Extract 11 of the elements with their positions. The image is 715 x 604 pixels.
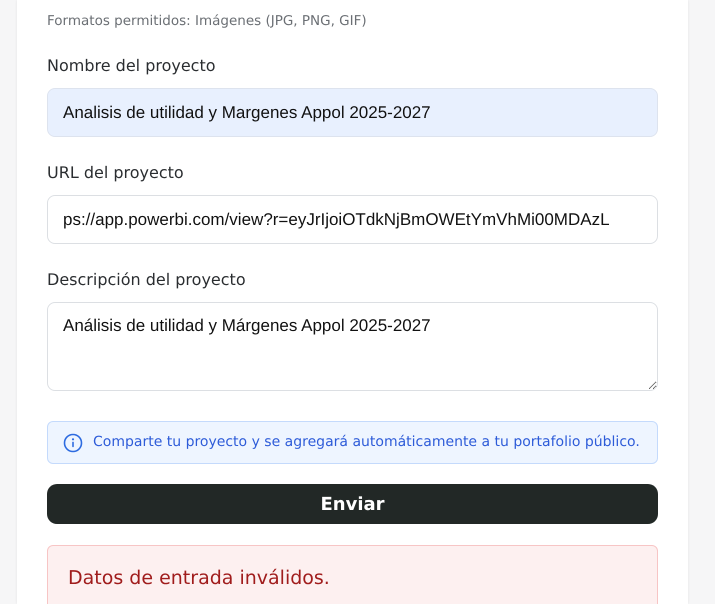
info-text: Comparte tu proyecto y se agregará automáticamente a tu portafolio público. — [93, 433, 640, 452]
field-label: Nombre del proyecto — [47, 55, 216, 78]
input-field[interactable]: Analisis de utilidad y Margenes Appol 2025-2027 — [47, 88, 658, 138]
field-label: Descripción del proyecto — [47, 269, 246, 292]
info-icon — [63, 432, 83, 453]
field-label: URL del proyecto — [47, 162, 184, 184]
formats-hint: Formatos permitidos: Imágenes (JPG, PNG, GIF) — [47, 12, 367, 31]
submit-button[interactable]: Enviar — [47, 484, 658, 524]
error-text: Datos de entrada inválidos. — [68, 566, 330, 591]
input-field[interactable]: ps://app.powerbi.com/view?r=eyJrIjoiOTdkNjBmOWEtYmVhMi00MDAzL — [47, 195, 658, 244]
description-textarea[interactable]: Análisis de utilidad y Márgenes Appol 2025-2027 — [47, 302, 658, 392]
